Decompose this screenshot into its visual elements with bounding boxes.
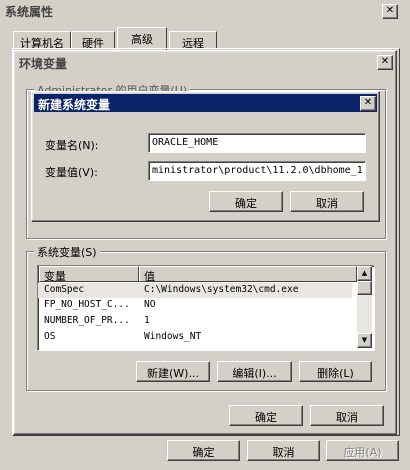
scroll-up-icon[interactable]: ▲ xyxy=(357,266,372,281)
system-variables-list[interactable]: 变量 值 ComSpec C:\Windows\system32\cmd.exe… xyxy=(37,265,375,351)
environment-variables-titlebar: 环境变量 ✕ xyxy=(16,53,394,71)
variable-name-label: 变量名(N): xyxy=(45,139,99,152)
row-variable-name: ComSpec xyxy=(44,284,85,295)
delete-variable-button[interactable]: 删除(L) xyxy=(299,361,372,382)
variable-value-field[interactable]: ministrator\product\11.2.0\dbhome_1 xyxy=(148,161,366,181)
scroll-down-icon[interactable]: ▼ xyxy=(357,333,372,348)
new-variable-cancel-button[interactable]: 取消 xyxy=(290,191,364,212)
column-header-value[interactable]: 值 xyxy=(139,266,357,283)
new-system-variable-title: 新建系统变量 xyxy=(38,98,111,112)
row-variable-value: NO xyxy=(144,299,156,310)
row-variable-value: 1 xyxy=(144,315,150,326)
tab-advanced[interactable]: 高级 xyxy=(117,27,167,50)
list-scrollbar[interactable]: ▲ ▼ xyxy=(357,266,372,348)
edit-variable-button[interactable]: 编辑(I)... xyxy=(217,361,292,382)
table-row[interactable]: FP_NO_HOST_C... NO xyxy=(38,298,352,313)
row-variable-name: OS xyxy=(44,331,56,342)
new-variable-ok-button[interactable]: 确定 xyxy=(209,191,283,212)
table-row[interactable]: OS Windows_NT xyxy=(38,330,352,345)
system-variables-group-label: 系统变量(S) xyxy=(34,244,100,260)
tab-computer-name[interactable]: 计算机名 xyxy=(13,31,71,50)
tab-hardware[interactable]: 硬件 xyxy=(71,31,115,50)
row-variable-name: NUMBER_OF_PR... xyxy=(44,315,130,326)
row-variable-name: FP_NO_HOST_C... xyxy=(44,299,130,310)
system-properties-apply-button[interactable]: 应用(A) xyxy=(326,440,399,461)
row-variable-value: C:\Windows\system32\cmd.exe xyxy=(144,284,299,295)
system-properties-cancel-button[interactable]: 取消 xyxy=(247,440,320,461)
scroll-thumb[interactable] xyxy=(357,281,372,295)
new-variable-button[interactable]: 新建(W)... xyxy=(136,361,210,382)
new-system-variable-dialog: 新建系统变量 ✕ 变量名(N): ORACLE_HOME 变量值(V): min… xyxy=(31,91,380,222)
new-system-variable-close-button[interactable]: ✕ xyxy=(360,96,376,111)
environment-variables-close-button[interactable]: ✕ xyxy=(377,55,393,70)
table-row[interactable]: ComSpec C:\Windows\system32\cmd.exe xyxy=(38,283,352,298)
variable-value-label: 变量值(V): xyxy=(45,166,98,179)
environment-variables-cancel-button[interactable]: 取消 xyxy=(310,405,384,426)
environment-variables-ok-button[interactable]: 确定 xyxy=(229,405,303,426)
new-system-variable-titlebar: 新建系统变量 ✕ xyxy=(34,94,377,112)
variable-name-field[interactable]: ORACLE_HOME xyxy=(148,133,366,153)
table-row[interactable]: NUMBER_OF_PR... 1 xyxy=(38,314,352,329)
tab-remote[interactable]: 远程 xyxy=(169,31,217,50)
row-variable-value: Windows_NT xyxy=(144,331,202,342)
system-properties-ok-button[interactable]: 确定 xyxy=(167,440,240,461)
system-properties-close-button[interactable]: ✕ xyxy=(382,4,398,19)
system-properties-titlebar: 系统属性 ✕ xyxy=(0,0,410,22)
environment-variables-title: 环境变量 xyxy=(19,57,68,71)
column-header-variable[interactable]: 变量 xyxy=(39,266,139,283)
system-properties-title: 系统属性 xyxy=(5,5,54,19)
